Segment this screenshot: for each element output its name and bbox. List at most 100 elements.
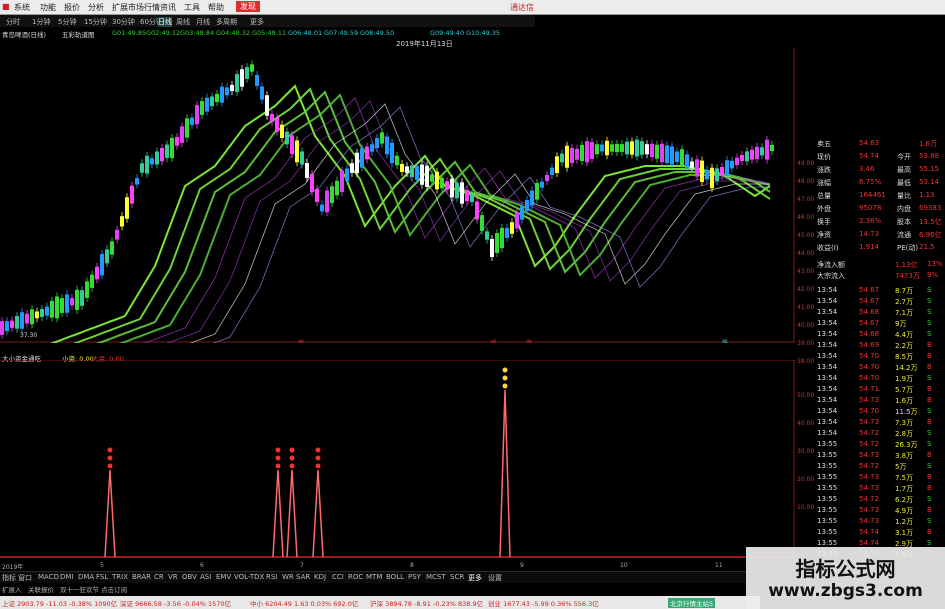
tab-emv[interactable]: EMV <box>216 573 231 581</box>
main-candlestick-chart[interactable]: 37.30 增 减 涨 跌 <box>0 48 795 343</box>
tab-roc[interactable]: ROC <box>348 573 363 581</box>
tick-volume: 7.1万 <box>895 309 914 317</box>
menu-item-analysis[interactable]: 分析 <box>88 2 104 13</box>
menu-item-extended-market[interactable]: 扩展市场行情 <box>112 2 160 13</box>
tab-psy[interactable]: PSY <box>408 573 421 581</box>
candle-body <box>565 145 569 168</box>
period-tab-weekly[interactable]: 周线 <box>176 17 190 27</box>
tab-fsl[interactable]: FSL <box>96 573 108 581</box>
candle-body <box>220 86 224 103</box>
signal-spike <box>286 469 298 558</box>
candle-body <box>105 249 109 264</box>
tab-sar[interactable]: SAR <box>296 573 310 581</box>
candle-body <box>385 136 389 155</box>
period-tab-monthly[interactable]: 月线 <box>196 17 210 27</box>
tick-price: 54.73 <box>859 418 880 426</box>
quote-panel: 卖五 54.63 1.6万 现价 54.74 今开 53.88 涨跌 3.46 最高 55.15 涨幅… <box>815 138 945 559</box>
sub-indicator-chart[interactable] <box>0 360 795 560</box>
menu-item-function[interactable]: 功能 <box>40 2 56 13</box>
period-tab-more[interactable]: 更多 <box>250 17 264 27</box>
axis-tick: 49.00 <box>797 160 815 167</box>
tab-cci[interactable]: CCI <box>332 573 344 581</box>
axis-tick: 40.00 <box>797 322 815 329</box>
menu-item-tools[interactable]: 工具 <box>184 2 200 13</box>
signal-spike <box>272 469 284 558</box>
tab-macd[interactable]: MACD <box>38 573 59 581</box>
tab-rsi[interactable]: RSI <box>266 573 277 581</box>
period-tab-1min[interactable]: 1分钟 <box>32 17 50 27</box>
candle-body <box>730 160 734 169</box>
candle-body <box>350 163 354 173</box>
tab-kdj[interactable]: KDJ <box>314 573 326 581</box>
menu-item-help[interactable]: 帮助 <box>208 2 224 13</box>
quote-value: 1.914 <box>859 243 880 251</box>
quote-value: 54.74 <box>859 152 880 160</box>
period-tab-5min[interactable]: 5分钟 <box>58 17 76 27</box>
period-tab-daily[interactable]: 日线 <box>158 17 172 27</box>
tab-dma[interactable]: DMA <box>78 573 94 581</box>
tick-row: 13:54 54.71 5.7万 B <box>815 384 945 395</box>
tab-indicator[interactable]: 指标 <box>2 573 16 583</box>
quote-value: 6.96亿 <box>919 231 942 239</box>
tab-cr[interactable]: CR <box>154 573 164 581</box>
tab-vr[interactable]: VR <box>168 573 178 581</box>
tab-asi[interactable]: ASI <box>200 573 211 581</box>
tick-volume: 1.7万 <box>895 485 914 493</box>
index-hushen[interactable]: 沪深 3894.78 -8.91 -0.23% 838.9亿 <box>370 598 483 608</box>
tick-time: 13:54 <box>817 352 838 360</box>
tick-side: B <box>927 385 932 393</box>
tick-volume: 3.1万 <box>895 529 914 537</box>
candle-body <box>675 151 679 163</box>
tab-related-quote[interactable]: 关联报价 <box>28 584 54 594</box>
tick-time: 13:54 <box>817 297 838 305</box>
candle-body <box>625 141 629 155</box>
tab-scr[interactable]: SCR <box>450 573 464 581</box>
tab-extension[interactable]: 扩展入 <box>2 584 22 594</box>
tab-dmi[interactable]: DMI <box>60 573 74 581</box>
site-watermark: 指标公式网 www.zbgs3.com <box>746 547 945 609</box>
candle-body <box>135 178 139 185</box>
indicator-name[interactable]: 五彩轨道图 <box>62 29 95 39</box>
menu-item-quote[interactable]: 报价 <box>64 2 80 13</box>
candle-body <box>265 95 269 116</box>
tab-mtm[interactable]: MTM <box>366 573 382 581</box>
tab-more[interactable]: 更多 <box>468 573 482 583</box>
tick-volume: 6.2万 <box>895 496 914 504</box>
tick-row: 13:55 54.73 1.2万 S <box>815 516 945 527</box>
tab-vol-tdx[interactable]: VOL-TDX <box>234 573 264 581</box>
tick-row: 13:54 54.67 8.7万 S <box>815 285 945 296</box>
candle-body <box>195 105 199 125</box>
server-status[interactable]: 北京行情主站5 <box>668 598 716 608</box>
period-tab-30min[interactable]: 30分钟 <box>112 17 135 27</box>
index-shenzhen[interactable]: 深证 9666.58 -3.56 -0.04% 1570亿 <box>120 598 231 608</box>
tab-brar[interactable]: BRAR <box>132 573 151 581</box>
menu-item-news[interactable]: 资讯 <box>160 2 176 13</box>
candle-body <box>270 114 274 122</box>
period-tab-15min[interactable]: 15分钟 <box>84 17 107 27</box>
index-shanghai[interactable]: 上证 2903.79 -11.03 -0.38% 1090亿 <box>2 598 117 608</box>
quote-value: 55.15 <box>919 165 940 173</box>
tick-price: 54.69 <box>859 341 880 349</box>
tab-mcst[interactable]: MCST <box>426 573 446 581</box>
tab-boll[interactable]: BOLL <box>386 573 404 581</box>
period-tab-intraday[interactable]: 分时 <box>6 17 20 27</box>
candle-body <box>295 140 299 163</box>
quote-label: 卖五 <box>817 140 831 148</box>
tab-wr[interactable]: WR <box>282 573 294 581</box>
trade-button[interactable]: 发现 <box>236 1 260 12</box>
tick-side: B <box>927 418 932 426</box>
index-smallcap[interactable]: 中小 6204.49 1.63 0.03% 692.0亿 <box>250 598 358 608</box>
period-tab-multi[interactable]: 多周期 <box>216 17 237 27</box>
tab-window[interactable]: 窗口 <box>18 573 32 583</box>
menu-item-system[interactable]: 系统 <box>14 2 30 13</box>
candle-body <box>185 118 189 138</box>
candle-body <box>430 174 434 182</box>
candle-body <box>215 93 219 103</box>
tab-trix[interactable]: TRIX <box>112 573 128 581</box>
tab-settings[interactable]: 设置 <box>488 573 502 583</box>
index-chinext[interactable]: 创业 1677.43 -5.99 0.36% 556.3亿 <box>488 598 599 608</box>
candle-body <box>155 151 159 165</box>
tab-obv[interactable]: OBV <box>182 573 197 581</box>
candle-body <box>290 135 294 154</box>
promo-link[interactable]: 双十一狂欢节 点击订阅 <box>60 584 127 594</box>
